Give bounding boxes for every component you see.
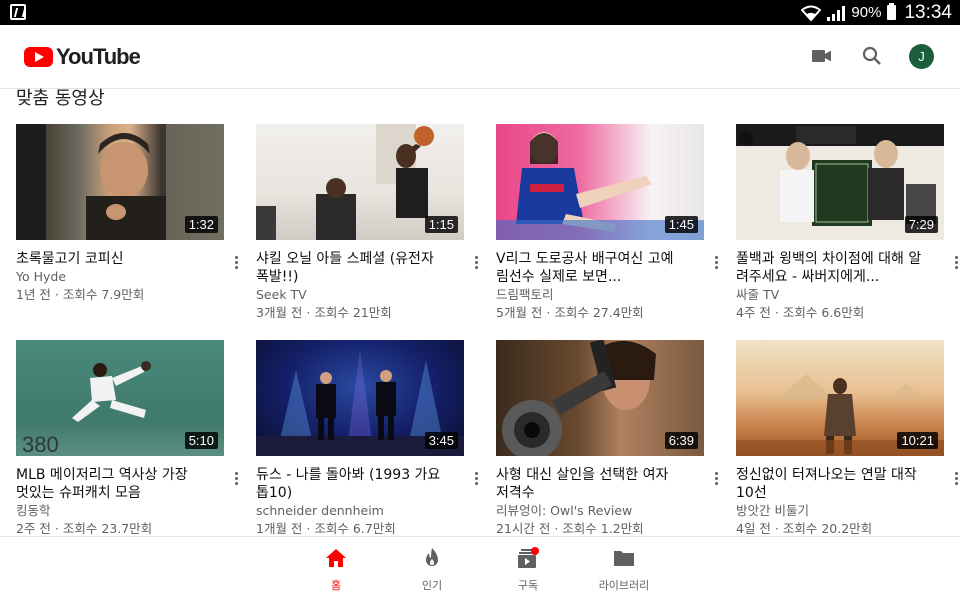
- status-indicators: 90% 13:34: [801, 0, 952, 25]
- youtube-logo[interactable]: YouTube: [24, 44, 141, 70]
- bottom-nav: 홈 인기 구독 라이브러리: [0, 536, 960, 600]
- video-card[interactable]: 6:39 사형 대신 살인을 선택한 여자 저격수 리뷰엉이: Owl's Re…: [496, 340, 720, 538]
- more-options-icon[interactable]: [948, 470, 960, 486]
- video-channel: 킹동학: [16, 503, 51, 518]
- video-title[interactable]: 듀스 - 나를 돌아봐 (1993 가요톱10): [256, 466, 464, 502]
- more-options-icon[interactable]: [708, 254, 724, 270]
- nav-label: 구독: [517, 579, 539, 592]
- folder-icon: [614, 551, 634, 566]
- signal-icon: [827, 5, 846, 21]
- battery-icon: [887, 3, 897, 20]
- video-duration: 1:45: [664, 216, 698, 233]
- nav-label: 홈: [330, 579, 342, 592]
- video-thumbnail[interactable]: 10:21: [736, 340, 944, 456]
- more-options-icon[interactable]: [228, 470, 244, 486]
- video-duration: 3:45: [424, 432, 458, 449]
- video-title[interactable]: 사형 대신 살인을 선택한 여자 저격수: [496, 466, 704, 502]
- video-thumbnail[interactable]: 380 5:10: [16, 340, 224, 456]
- video-duration: 1:15: [424, 216, 458, 233]
- video-thumbnail[interactable]: 7:29: [736, 124, 944, 240]
- video-channel: Yo Hyde: [16, 269, 67, 284]
- video-card[interactable]: 10:21 정신없이 터져나오는 연말 대작 10선 방앗간 비둘기 4일 전 …: [736, 340, 960, 538]
- more-options-icon[interactable]: [468, 254, 484, 270]
- video-card[interactable]: 1:32 초록물고기 코피신 Yo Hyde 1년 전 · 조회수 7.9만회: [16, 124, 240, 304]
- nav-home[interactable]: 홈: [296, 547, 376, 593]
- video-title[interactable]: 샤킬 오닐 아들 스페셜 (유전자 폭발!!): [256, 250, 464, 286]
- app-bar: YouTube J: [0, 25, 960, 89]
- video-title[interactable]: MLB 메이저리그 역사상 가장 멋있는 슈퍼캐치 모음: [16, 466, 224, 502]
- video-stats: 1년 전 · 조회수 7.9만회: [16, 287, 145, 302]
- video-card[interactable]: 1:45 V리그 도로공사 배구여신 고예림선수 실제로 보면... 드림팩토리…: [496, 124, 720, 322]
- video-thumbnail[interactable]: 3:45: [256, 340, 464, 456]
- video-channel: 싸줄 TV: [736, 287, 780, 302]
- video-channel: 드림팩토리: [496, 287, 554, 302]
- account-avatar[interactable]: J: [909, 43, 934, 69]
- notification-icon: [10, 4, 26, 20]
- video-thumbnail[interactable]: 1:32: [16, 124, 224, 240]
- flame-icon: [426, 548, 438, 566]
- video-thumbnail[interactable]: 1:15: [256, 124, 464, 240]
- section-title: 맞춤 동영상: [16, 88, 105, 109]
- video-thumbnail[interactable]: 6:39: [496, 340, 704, 456]
- video-card[interactable]: 1:15 샤킬 오닐 아들 스페셜 (유전자 폭발!!) Seek TV 3개월…: [256, 124, 480, 322]
- upload-button[interactable]: [809, 43, 835, 69]
- status-bar: 90% 13:34: [0, 0, 960, 25]
- more-options-icon[interactable]: [468, 470, 484, 486]
- more-options-icon[interactable]: [948, 254, 960, 270]
- more-options-icon[interactable]: [708, 470, 724, 486]
- youtube-play-icon: [24, 47, 53, 67]
- video-duration: 6:39: [664, 432, 698, 449]
- app-bar-actions: J: [809, 43, 934, 69]
- search-icon: [862, 46, 881, 65]
- video-title[interactable]: 초록물고기 코피신: [16, 250, 224, 268]
- video-stats: 5개월 전 · 조회수 27.4만회: [496, 305, 644, 320]
- video-thumbnail[interactable]: 1:45: [496, 124, 704, 240]
- battery-percent: 90%: [851, 4, 882, 21]
- video-duration: 7:29: [904, 216, 938, 233]
- nav-library[interactable]: 라이브러리: [584, 547, 664, 593]
- video-card[interactable]: 7:29 풀백과 윙백의 차이점에 대해 알려주세요 - 싸버지에게... 싸줄…: [736, 124, 960, 322]
- home-icon: [326, 549, 346, 567]
- nav-trending[interactable]: 인기: [392, 547, 472, 593]
- video-stats: 4주 전 · 조회수 6.6만회: [736, 305, 865, 320]
- clock: 13:34: [904, 1, 952, 23]
- video-channel: 리뷰엉이: Owl's Review: [496, 503, 633, 518]
- search-button[interactable]: [859, 43, 885, 69]
- video-card[interactable]: 3:45 듀스 - 나를 돌아봐 (1993 가요톱10) schneider …: [256, 340, 480, 538]
- nav-label: 인기: [421, 579, 443, 592]
- video-title[interactable]: 정신없이 터져나오는 연말 대작 10선: [736, 466, 944, 502]
- logo-text: YouTube: [56, 44, 141, 69]
- video-channel: Seek TV: [256, 287, 307, 302]
- video-duration: 1:32: [184, 216, 218, 233]
- more-options-icon[interactable]: [228, 254, 244, 270]
- video-title[interactable]: V리그 도로공사 배구여신 고예림선수 실제로 보면...: [496, 250, 704, 286]
- wifi-icon: [801, 5, 822, 21]
- video-stats: 3개월 전 · 조회수 21만회: [256, 305, 392, 320]
- video-channel: 방앗간 비둘기: [736, 503, 809, 518]
- video-duration: 10:21: [897, 432, 938, 449]
- svg-text:380: 380: [22, 432, 59, 456]
- video-channel: schneider dennheim: [256, 503, 384, 518]
- video-duration: 5:10: [184, 432, 218, 449]
- video-card[interactable]: 380 5:10 MLB 메이저리그 역사상 가장 멋있는 슈퍼캐치 모음 킹동…: [16, 340, 240, 538]
- video-title[interactable]: 풀백과 윙백의 차이점에 대해 알려주세요 - 싸버지에게...: [736, 250, 944, 286]
- subscriptions-icon: [518, 547, 539, 568]
- video-camera-icon: [812, 50, 831, 62]
- nav-label: 라이브러리: [598, 579, 650, 592]
- nav-subscriptions[interactable]: 구독: [488, 547, 568, 593]
